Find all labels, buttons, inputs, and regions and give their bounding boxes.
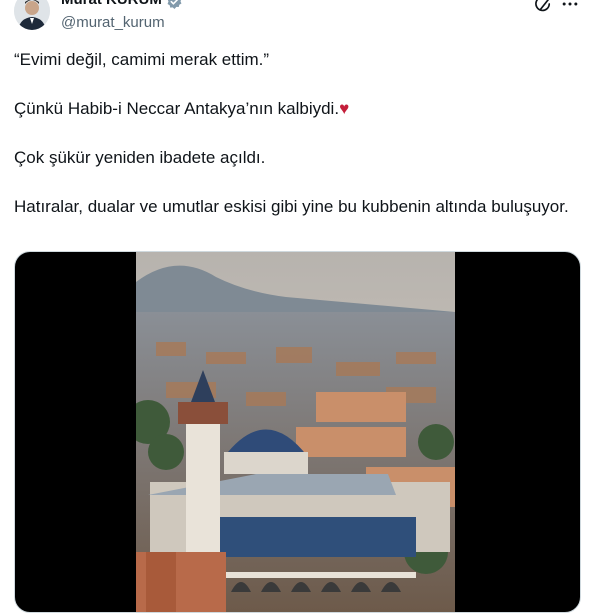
tweet-paragraph-3: Çok şükür yeniden ibadete açıldı. <box>14 148 266 167</box>
tweet-header: Murat KURUM @murat_kurum <box>0 0 592 40</box>
verified-badge-icon <box>166 0 183 10</box>
tweet-paragraph-1: “Evimi değil, camimi merak ettim.” <box>14 50 270 69</box>
heart-emoji-icon: ♥ <box>339 99 350 118</box>
grok-icon[interactable] <box>533 0 553 14</box>
tweet-paragraph-4: Hatıralar, dualar ve umutlar eskisi gibi… <box>14 197 569 216</box>
tweet-paragraph-2: Çünkü Habib-i Neccar Antakya’nın kalbiyd… <box>14 97 574 121</box>
tweet-text: “Evimi değil, camimi merak ettim.” Çünkü… <box>14 48 574 244</box>
tweet-paragraph-2-text: Çünkü Habib-i Neccar Antakya’nın kalbiyd… <box>14 99 340 118</box>
avatar[interactable] <box>14 0 50 30</box>
author-name[interactable]: Murat KURUM <box>61 0 162 8</box>
video-player[interactable] <box>14 251 581 613</box>
more-icon[interactable] <box>560 0 580 14</box>
author-handle[interactable]: @murat_kurum <box>61 14 165 31</box>
video-frame <box>126 252 455 612</box>
